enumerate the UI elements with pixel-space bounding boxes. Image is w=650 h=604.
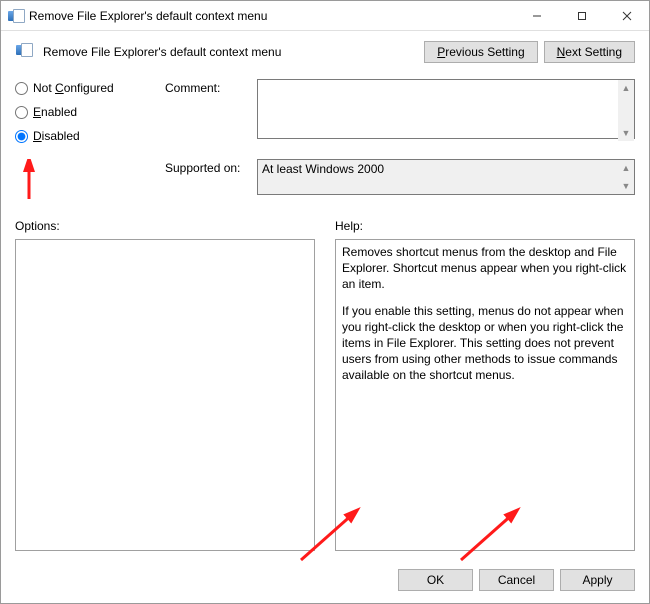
dialog-body: Remove File Explorer's default context m… xyxy=(1,31,649,561)
comment-grid: Comment: ▲ ▼ Supported on: At least Wind… xyxy=(165,79,635,201)
window-buttons xyxy=(514,1,649,31)
next-setting-button[interactable]: Next Setting xyxy=(544,41,635,63)
comment-field[interactable] xyxy=(257,79,635,139)
comment-field-wrap: ▲ ▼ xyxy=(257,79,635,142)
radio-not-configured[interactable]: Not Configured xyxy=(15,81,155,95)
supported-on-field: At least Windows 2000 xyxy=(257,159,635,195)
help-box[interactable]: Removes shortcut menus from the desktop … xyxy=(335,239,635,551)
config-row: Not Configured Enabled Disabled Comment: xyxy=(15,79,635,201)
radio-disabled-input[interactable] xyxy=(15,130,28,143)
supported-on-wrap: At least Windows 2000 ▲ ▼ xyxy=(257,159,635,195)
help-column: Help: Removes shortcut menus from the de… xyxy=(335,219,635,551)
options-column: Options: xyxy=(15,219,315,551)
minimize-icon xyxy=(532,11,542,21)
radio-enabled-label: Enabled xyxy=(33,105,77,119)
help-paragraph-2: If you enable this setting, menus do not… xyxy=(342,303,628,384)
close-icon xyxy=(622,11,632,21)
dialog-title: Remove File Explorer's default context m… xyxy=(29,9,514,23)
options-header: Options: xyxy=(15,219,315,233)
titlebar: Remove File Explorer's default context m… xyxy=(1,1,649,31)
previous-setting-button[interactable]: Previous Setting xyxy=(424,41,537,63)
scroll-up-icon: ▲ xyxy=(618,160,634,176)
maximize-button[interactable] xyxy=(559,1,604,31)
supported-scrollbar: ▲ ▼ xyxy=(618,160,634,194)
radio-not-configured-input[interactable] xyxy=(15,82,28,95)
dialog-icon xyxy=(7,8,23,24)
radio-not-configured-label: Not Configured xyxy=(33,81,114,95)
annotation-arrow-disabled xyxy=(18,159,40,201)
options-box[interactable] xyxy=(15,239,315,551)
scroll-down-icon[interactable]: ▼ xyxy=(618,125,634,141)
radio-disabled[interactable]: Disabled xyxy=(15,129,155,143)
help-paragraph-1: Removes shortcut menus from the desktop … xyxy=(342,244,628,293)
next-setting-label: Next Setting xyxy=(557,45,622,59)
ok-button[interactable]: OK xyxy=(398,569,473,591)
radio-enabled[interactable]: Enabled xyxy=(15,105,155,119)
supported-on-label: Supported on: xyxy=(165,159,257,175)
minimize-button[interactable] xyxy=(514,1,559,31)
comment-scrollbar[interactable]: ▲ ▼ xyxy=(618,80,634,141)
maximize-icon xyxy=(577,11,587,21)
state-radios: Not Configured Enabled Disabled xyxy=(15,79,155,201)
radio-disabled-label: Disabled xyxy=(33,129,80,143)
help-header: Help: xyxy=(335,219,635,233)
comment-label: Comment: xyxy=(165,79,257,95)
header-row: Remove File Explorer's default context m… xyxy=(15,41,635,63)
scroll-down-icon: ▼ xyxy=(618,178,634,194)
dialog-footer: OK Cancel Apply xyxy=(1,561,649,603)
nav-buttons: Previous Setting Next Setting xyxy=(424,41,635,63)
group-policy-setting-dialog: Remove File Explorer's default context m… xyxy=(0,0,650,604)
cancel-button[interactable]: Cancel xyxy=(479,569,554,591)
setting-title: Remove File Explorer's default context m… xyxy=(43,45,424,59)
radio-enabled-input[interactable] xyxy=(15,106,28,119)
scroll-up-icon[interactable]: ▲ xyxy=(618,80,634,96)
previous-setting-label: Previous Setting xyxy=(437,45,524,59)
details-row: Options: Help: Removes shortcut menus fr… xyxy=(15,219,635,551)
close-button[interactable] xyxy=(604,1,649,31)
apply-button[interactable]: Apply xyxy=(560,569,635,591)
setting-icon xyxy=(15,42,35,62)
